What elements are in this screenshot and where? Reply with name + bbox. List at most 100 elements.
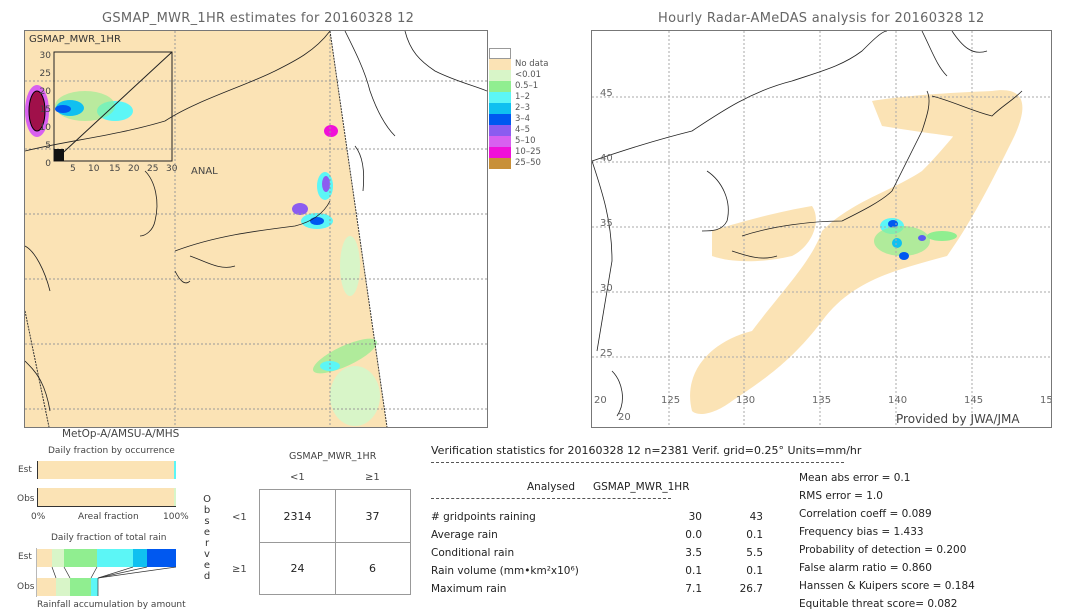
right-map-canvas xyxy=(592,31,1051,427)
occurrence-bar-est xyxy=(37,461,176,479)
contingency-cell-hit: 6 xyxy=(369,562,376,575)
graticule xyxy=(592,31,1051,427)
legend-swatch xyxy=(489,92,511,103)
lat-label: 25 xyxy=(600,348,613,359)
contingency-cell-hits-neg: 2314 xyxy=(283,510,312,523)
legend-label: 2–3 xyxy=(515,103,531,113)
legend-label: 5–10 xyxy=(515,136,536,146)
row-label-est: Est xyxy=(18,465,32,475)
stat-label: Rain volume (mm•km²x10⁶) xyxy=(431,565,579,577)
contingency-row-label: <1 xyxy=(232,512,247,523)
axis-label-100: 100% xyxy=(163,512,189,522)
legend-label: No data xyxy=(515,59,549,69)
inset-title: GSMAP_MWR_1HR xyxy=(29,34,121,45)
lon-label: 125 xyxy=(661,395,681,406)
contingency-cell-false-alarm: 37 xyxy=(365,510,380,523)
score-ets: Equitable threat score= 0.082 xyxy=(799,598,958,610)
contingency-grid: 2314 37 24 6 xyxy=(259,489,411,595)
contingency-col-label: <1 xyxy=(290,472,305,483)
row-label-obs: Obs xyxy=(17,582,35,592)
legend-swatch xyxy=(489,48,511,59)
legend-label: 25–50 xyxy=(515,158,541,168)
total-rain-obs xyxy=(37,578,98,596)
stat-label: Maximum rain xyxy=(431,583,507,595)
stat-analysed: 7.1 xyxy=(685,583,702,595)
total-rain-bars xyxy=(36,548,177,597)
left-map-title: GSMAP_MWR_1HR estimates for 20160328 12 xyxy=(102,11,415,26)
score-frequency-bias: Frequency bias = 1.433 xyxy=(799,526,924,538)
contingency-row-label: ≥1 xyxy=(232,564,247,575)
col-analysed: Analysed xyxy=(527,481,575,493)
inset-x-tick: 20 xyxy=(128,164,140,174)
inset-y-axis: 30 25 20 15 10 5 0 xyxy=(39,51,51,169)
total-rain-footer: Rainfall accumulation by amount xyxy=(37,600,186,610)
inset-x-tick: 10 xyxy=(88,164,100,174)
total-rain-est xyxy=(37,549,176,567)
legend-swatch xyxy=(489,103,511,114)
lat-label: 30 xyxy=(600,283,613,294)
stat-model: 0.1 xyxy=(746,529,763,541)
stat-model: 5.5 xyxy=(746,547,763,559)
score-correlation: Correlation coeff = 0.089 xyxy=(799,508,932,520)
legend-swatch xyxy=(489,147,511,158)
left-map-canvas xyxy=(25,31,487,427)
occurrence-bar-obs xyxy=(37,488,176,507)
score-rmse: RMS error = 1.0 xyxy=(799,490,883,502)
lat-label: 20 xyxy=(618,412,631,423)
row-label-obs: Obs xyxy=(17,494,35,504)
lat-label: 45 xyxy=(600,88,613,99)
contingency-cell-miss: 24 xyxy=(290,562,305,575)
stat-model: 26.7 xyxy=(739,583,763,595)
lon-label: 140 xyxy=(888,395,908,406)
score-pod: Probability of detection = 0.200 xyxy=(799,544,967,556)
legend-swatch xyxy=(489,158,511,169)
legend-swatch xyxy=(489,125,511,136)
inset-x-label: ANAL xyxy=(191,166,218,177)
lon-label: 130 xyxy=(736,395,756,406)
observed-side-label: Observed xyxy=(203,494,211,582)
contingency-header: GSMAP_MWR_1HR xyxy=(289,451,377,462)
lon-label: 20 xyxy=(594,395,607,406)
lat-label: 40 xyxy=(600,153,613,164)
stat-label: # gridpoints raining xyxy=(431,511,536,523)
total-rain-chart-title: Daily fraction of total rain xyxy=(51,533,167,543)
stat-analysed: 3.5 xyxy=(685,547,702,559)
axis-label-0: 0% xyxy=(31,512,46,522)
legend-label: 10–25 xyxy=(515,147,541,157)
lon-label: 145 xyxy=(964,395,984,406)
score-mae: Mean abs error = 0.1 xyxy=(799,472,911,484)
score-far: False alarm ratio = 0.860 xyxy=(799,562,932,574)
stat-analysed: 30 xyxy=(688,511,702,523)
score-hk: Hanssen & Kuipers score = 0.184 xyxy=(799,580,975,592)
right-map-title: Hourly Radar-AMeDAS analysis for 2016032… xyxy=(658,11,985,26)
legend-swatch xyxy=(489,81,511,92)
legend-swatch xyxy=(489,114,511,125)
color-legend: No data <0.01 0.5–1 1–2 2–3 3–4 4–5 5–10… xyxy=(489,48,559,169)
stat-label: Average rain xyxy=(431,529,498,541)
legend-label: <0.01 xyxy=(515,70,542,80)
inset-x-tick: 15 xyxy=(109,164,121,174)
inset-x-tick: 30 xyxy=(166,164,178,174)
stat-analysed: 0.1 xyxy=(685,565,702,577)
occurrence-chart-title: Daily fraction by occurrence xyxy=(48,446,175,456)
inset-x-tick: 25 xyxy=(147,164,159,174)
legend-label: 0.5–1 xyxy=(515,81,539,91)
inset-x-tick: 5 xyxy=(70,164,76,174)
contingency-col-label: ≥1 xyxy=(365,472,380,483)
legend-swatch xyxy=(489,136,511,147)
right-map: 45 40 35 30 25 20 20 125 130 135 140 145… xyxy=(591,30,1052,428)
legend-swatch xyxy=(489,59,511,70)
row-label-est: Est xyxy=(18,552,32,562)
legend-label: 4–5 xyxy=(515,125,531,135)
lon-label: 135 xyxy=(812,395,832,406)
axis-label-mid: Areal fraction xyxy=(78,512,139,522)
legend-label: 1–2 xyxy=(515,92,531,102)
legend-swatch xyxy=(489,70,511,81)
verification-header: Verification statistics for 20160328 12 … xyxy=(431,444,862,457)
satellite-label: MetOp-A/AMSU-A/MHS xyxy=(62,428,180,440)
stat-analysed: 0.0 xyxy=(685,529,702,541)
legend-label: 3–4 xyxy=(515,114,531,124)
lat-label: 35 xyxy=(600,218,613,229)
data-credit: Provided by JWA/JMA xyxy=(896,412,1020,426)
lon-label: 15 xyxy=(1040,395,1052,406)
